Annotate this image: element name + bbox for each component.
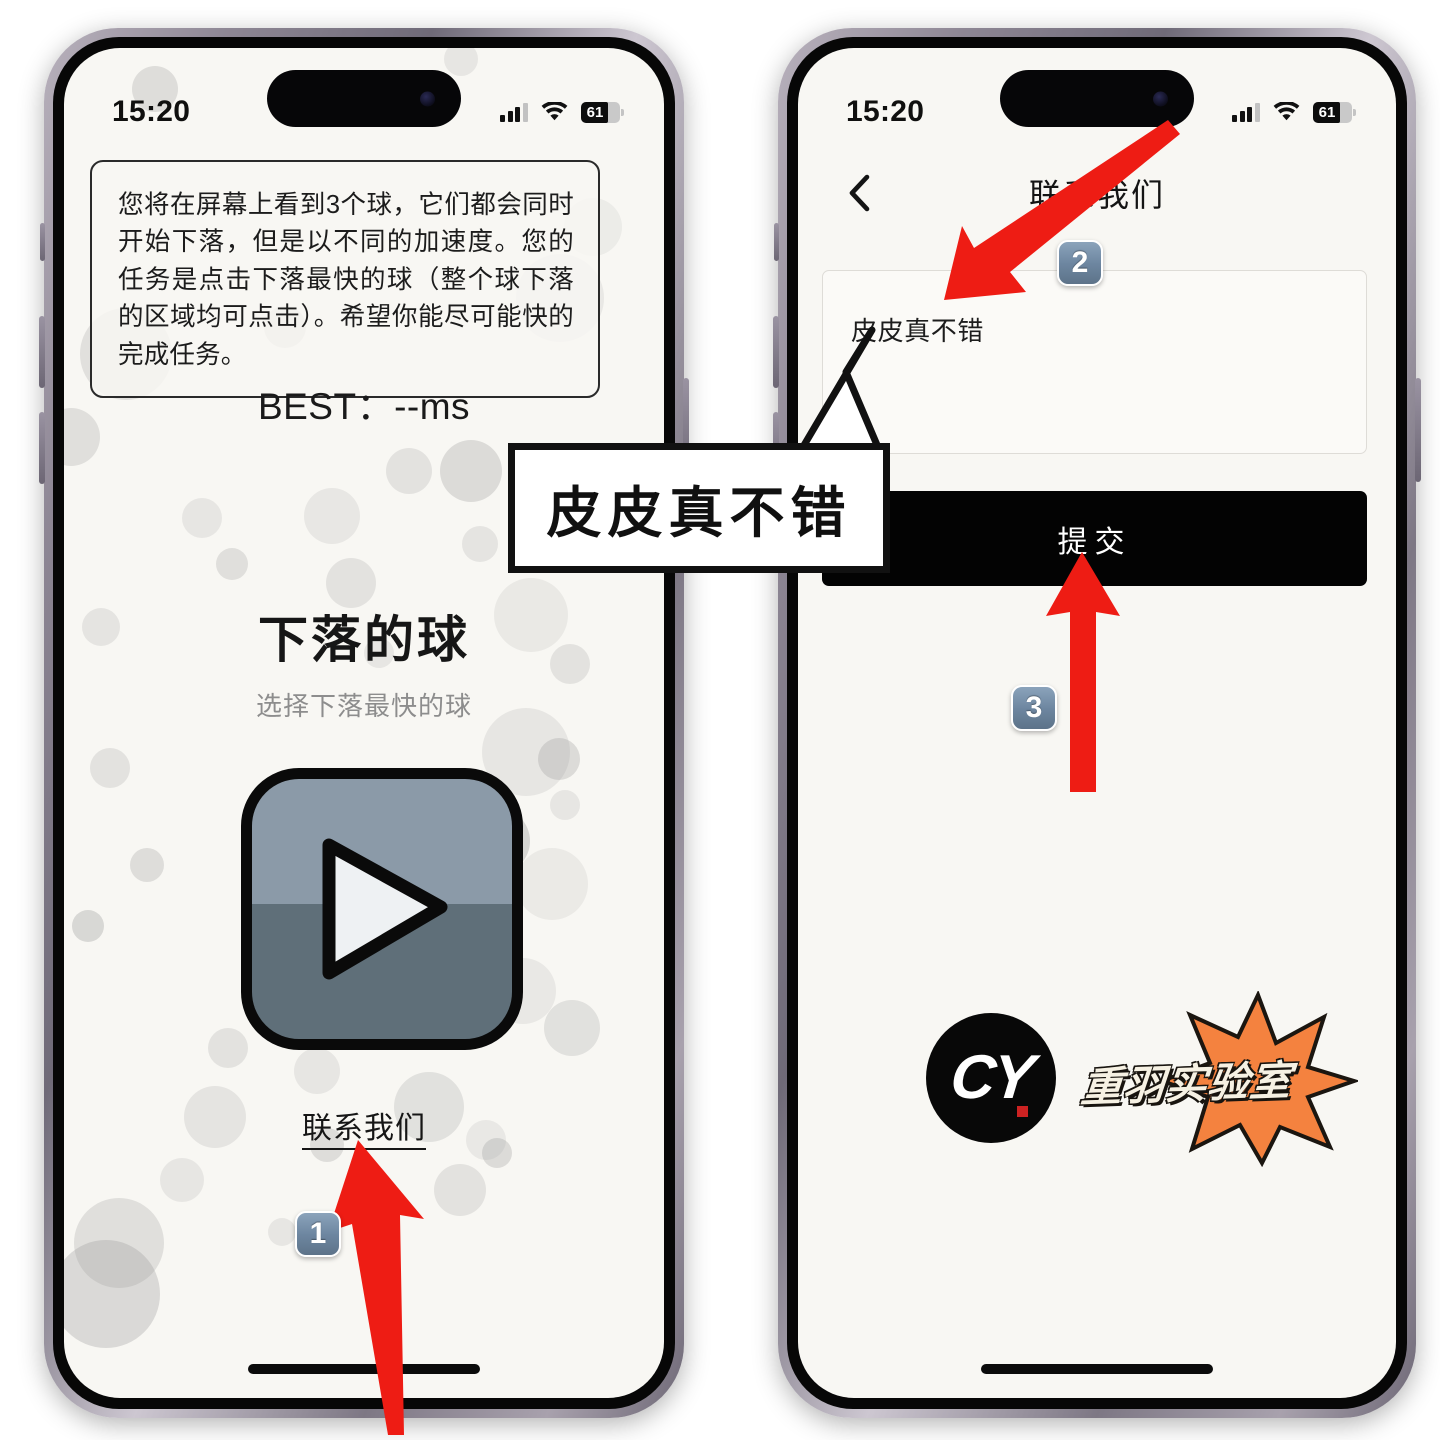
best-score-label: BEST：--ms bbox=[257, 386, 471, 427]
home-indicator-right[interactable] bbox=[981, 1364, 1213, 1374]
game-subtitle: 选择下落最快的球 bbox=[255, 691, 472, 721]
volume-down-left[interactable] bbox=[39, 412, 45, 484]
instructions-text: 您将在屏幕上看到3个球，它们都会同时开始下落，但是以不同的加速度。您的任务是点击… bbox=[118, 191, 574, 369]
status-indicators: 61 bbox=[1232, 101, 1356, 123]
status-time: 15:20 bbox=[112, 95, 191, 128]
battery-level: 61 bbox=[1313, 101, 1340, 123]
play-button[interactable] bbox=[241, 768, 523, 1050]
cy-logo-text: CY bbox=[947, 1043, 1035, 1112]
nav-bar: 联系我们 bbox=[798, 156, 1396, 230]
feedback-value: 皮皮真不错 bbox=[851, 316, 985, 346]
brand-logo-group: CY 重羽实验室 bbox=[926, 991, 1358, 1167]
contact-us-link[interactable]: 联系我们 bbox=[64, 1103, 664, 1150]
wifi-icon bbox=[541, 102, 568, 121]
submit-button[interactable]: 提交 bbox=[822, 491, 1367, 586]
battery-level: 61 bbox=[581, 101, 608, 123]
volume-up-right[interactable] bbox=[773, 316, 779, 388]
game-home-content: 您将在屏幕上看到3个球，它们都会同时开始下落，但是以不同的加速度。您的任务是点击… bbox=[64, 48, 664, 1398]
cellular-signal-icon bbox=[1232, 102, 1260, 122]
phone-screen-right: 15:20 61 联系我们 皮皮真不错 提交 CY 重羽实验室 bbox=[798, 48, 1396, 1398]
lab-name-text: 重羽实验室 bbox=[1079, 1057, 1294, 1111]
status-bar-left: 15:20 61 bbox=[64, 48, 664, 146]
lab-name-group: 重羽实验室 bbox=[1079, 991, 1358, 1167]
power-button-left[interactable] bbox=[683, 378, 689, 482]
power-button-right[interactable] bbox=[1415, 378, 1421, 482]
phone-device-left: 15:20 61 您将在屏幕上看到3个球，它们都会同时开始下落，但是以不同的加速… bbox=[39, 28, 689, 1418]
cy-logo-icon: CY bbox=[926, 1013, 1056, 1143]
instructions-card: 您将在屏幕上看到3个球，它们都会同时开始下落，但是以不同的加速度。您的任务是点击… bbox=[90, 160, 600, 399]
contact-page-content: 联系我们 皮皮真不错 提交 CY 重羽实验室 bbox=[798, 48, 1396, 1398]
cellular-signal-icon bbox=[500, 102, 528, 122]
game-title: 下落的球 bbox=[258, 612, 470, 668]
wifi-icon bbox=[1273, 102, 1300, 121]
mute-switch-right[interactable] bbox=[774, 223, 779, 261]
phone-bezel-right: 15:20 61 联系我们 皮皮真不错 提交 CY 重羽实验室 bbox=[787, 37, 1407, 1409]
phone-bezel-left: 15:20 61 您将在屏幕上看到3个球，它们都会同时开始下落，但是以不同的加速… bbox=[53, 37, 675, 1409]
status-bar-right: 15:20 61 bbox=[798, 48, 1396, 146]
back-chevron-icon bbox=[849, 174, 870, 212]
contact-us-label: 联系我们 bbox=[302, 1112, 426, 1150]
back-button[interactable] bbox=[836, 170, 882, 216]
cy-logo-red-dot bbox=[1017, 1106, 1028, 1117]
home-indicator-left[interactable] bbox=[248, 1364, 480, 1374]
status-indicators: 61 bbox=[500, 101, 624, 123]
battery-icon: 61 bbox=[1313, 101, 1356, 123]
volume-up-left[interactable] bbox=[39, 316, 45, 388]
mute-switch-left[interactable] bbox=[40, 223, 45, 261]
volume-down-right[interactable] bbox=[773, 412, 779, 484]
phone-device-right: 15:20 61 联系我们 皮皮真不错 提交 CY 重羽实验室 bbox=[773, 28, 1421, 1418]
play-triangle-icon bbox=[322, 838, 448, 980]
page-title: 联系我们 bbox=[1028, 177, 1165, 213]
phone-screen-left: 15:20 61 您将在屏幕上看到3个球，它们都会同时开始下落，但是以不同的加速… bbox=[64, 48, 664, 1398]
feedback-textarea[interactable]: 皮皮真不错 bbox=[822, 270, 1367, 454]
battery-icon: 61 bbox=[581, 101, 624, 123]
status-time: 15:20 bbox=[846, 95, 925, 128]
screenshot-root: 15:20 61 您将在屏幕上看到3个球，它们都会同时开始下落，但是以不同的加速… bbox=[0, 0, 1440, 1440]
